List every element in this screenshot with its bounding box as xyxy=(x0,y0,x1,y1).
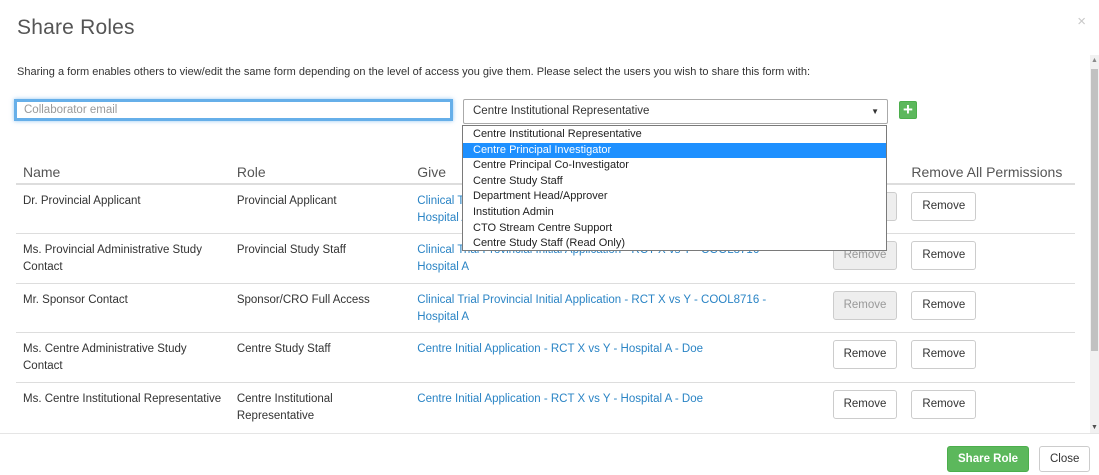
close-button[interactable]: Close xyxy=(1039,446,1091,472)
modal-footer: Share Role Close xyxy=(0,433,1099,475)
add-collaborator-button[interactable]: + xyxy=(899,101,917,119)
dropdown-option[interactable]: Centre Institutional Representative xyxy=(463,127,886,143)
row-remove-cell: Remove xyxy=(808,282,905,333)
dropdown-option[interactable]: CTO Stream Centre Support xyxy=(463,221,886,237)
row-remove-all-cell: Remove xyxy=(904,282,1075,333)
remove-all-button[interactable]: Remove xyxy=(911,241,977,270)
row-remove-cell: Remove xyxy=(808,332,905,382)
row-name: Ms. Provincial Administrative Study Cont… xyxy=(16,233,230,283)
scroll-down-icon[interactable]: ▼ xyxy=(1091,424,1098,431)
row-remove-all-cell: Remove xyxy=(904,183,1075,234)
scroll-up-icon[interactable]: ▲ xyxy=(1091,57,1098,64)
chevron-down-icon: ▼ xyxy=(871,107,879,116)
row-remove-all-cell: Remove xyxy=(904,381,1075,432)
remove-all-button[interactable]: Remove xyxy=(911,290,977,320)
row-role: Centre Institutional Representative xyxy=(229,381,411,432)
collaborator-email-input[interactable] xyxy=(14,99,453,121)
row-remove-cell: Remove xyxy=(808,381,905,432)
plus-icon: + xyxy=(903,100,913,119)
remove-button[interactable]: Remove xyxy=(832,389,898,419)
dropdown-option[interactable]: Institution Admin xyxy=(463,205,886,221)
role-select[interactable]: Centre Institutional Representative ▼ xyxy=(463,99,888,124)
close-icon[interactable]: × xyxy=(1077,14,1086,29)
remove-all-button[interactable]: Remove xyxy=(911,389,977,419)
row-remove-all-cell: Remove xyxy=(904,233,1075,283)
modal-title: Share Roles xyxy=(17,16,135,39)
remove-button[interactable]: Remove xyxy=(832,340,898,369)
dropdown-option[interactable]: Centre Principal Co-Investigator xyxy=(463,158,886,174)
vertical-scrollbar[interactable]: ▲ ▼ xyxy=(1090,55,1099,433)
remove-all-button[interactable]: Remove xyxy=(911,192,977,221)
row-name: Ms. Centre Institutional Representative xyxy=(16,381,230,432)
dropdown-option[interactable]: Centre Study Staff xyxy=(463,174,886,190)
share-roles-modal: Share Roles × Sharing a form enables oth… xyxy=(0,0,1099,475)
row-given: Centre Initial Application - RCT X vs Y … xyxy=(410,381,809,432)
row-role: Sponsor/CRO Full Access xyxy=(229,282,411,333)
role-dropdown-list[interactable]: Centre Institutional Representative Centr… xyxy=(462,125,887,251)
dropdown-option[interactable]: Centre Study Staff (Read Only) xyxy=(463,236,886,252)
form-link[interactable]: Clinical Trial Provincial Initial Applic… xyxy=(417,294,766,323)
row-given: Centre Initial Application - RCT X vs Y … xyxy=(410,332,809,382)
form-link[interactable]: Centre Initial Application - RCT X vs Y … xyxy=(417,393,703,405)
row-given: Clinical Trial Provincial Initial Applic… xyxy=(410,282,809,333)
row-role: Provincial Study Staff xyxy=(229,233,411,283)
row-name: Ms. Centre Administrative Study Contact xyxy=(16,332,230,382)
role-select-value: Centre Institutional Representative xyxy=(473,105,650,117)
remove-button[interactable]: Remove xyxy=(832,290,898,320)
column-header-name: Name xyxy=(16,139,230,185)
column-header-remove-all: Remove All Permissions xyxy=(904,139,1075,185)
share-role-button[interactable]: Share Role xyxy=(947,446,1030,472)
table-row: Mr. Sponsor Contact Sponsor/CRO Full Acce… xyxy=(16,282,1075,333)
table-row: Ms. Centre Administrative Study Contact C… xyxy=(16,332,1075,382)
modal-body[interactable]: Sharing a form enables others to view/ed… xyxy=(0,55,1090,433)
row-remove-all-cell: Remove xyxy=(904,332,1075,382)
intro-text: Sharing a form enables others to view/ed… xyxy=(17,66,811,78)
column-header-role: Role xyxy=(229,139,411,185)
dropdown-option[interactable]: Department Head/Approver xyxy=(463,189,886,205)
form-link[interactable]: Centre Initial Application - RCT X vs Y … xyxy=(417,343,703,355)
table-row: Ms. Centre Institutional Representative C… xyxy=(16,381,1075,432)
dropdown-option[interactable]: Centre Principal Investigator xyxy=(463,142,886,159)
row-name: Dr. Provincial Applicant xyxy=(16,183,230,234)
row-name: Mr. Sponsor Contact xyxy=(16,282,230,333)
scrollbar-thumb[interactable] xyxy=(1091,69,1098,351)
row-role: Centre Study Staff xyxy=(229,332,411,382)
remove-all-button[interactable]: Remove xyxy=(911,340,977,369)
row-role: Provincial Applicant xyxy=(229,183,411,234)
